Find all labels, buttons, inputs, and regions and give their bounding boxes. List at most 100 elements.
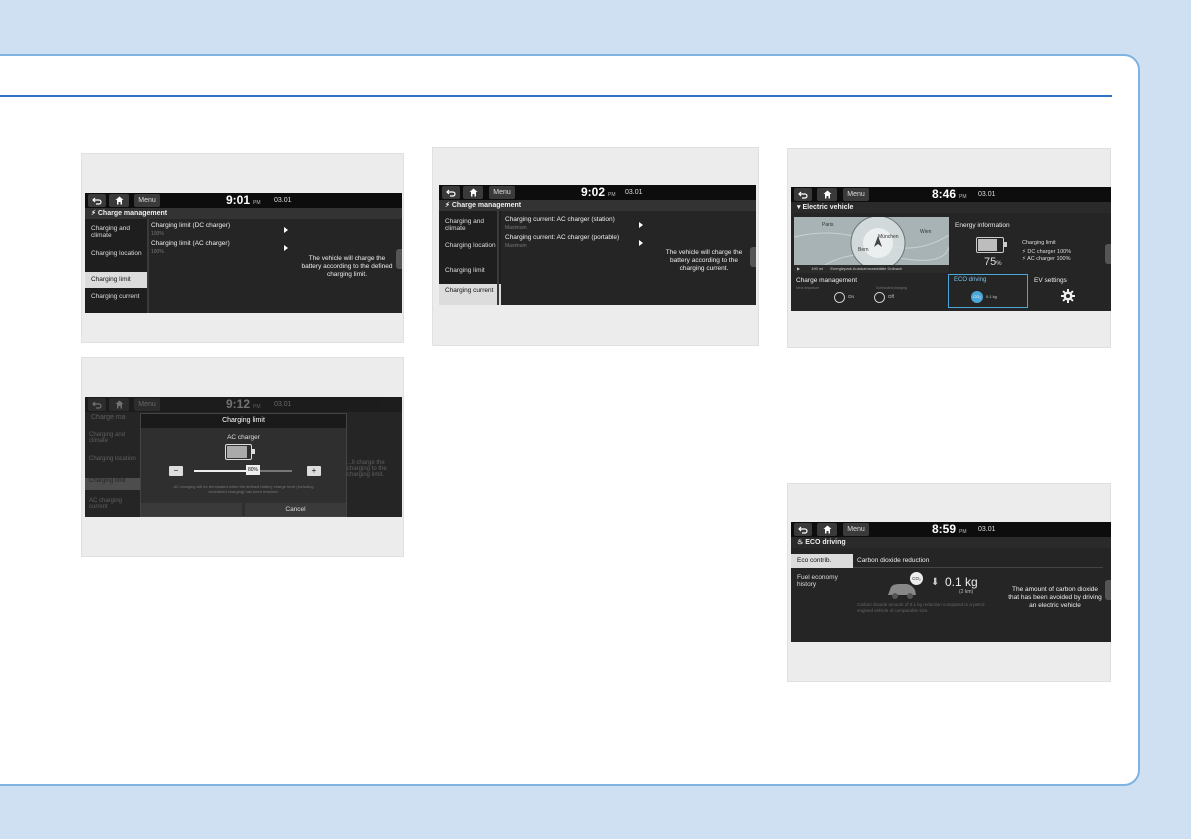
- panel-handle[interactable]: [396, 249, 402, 269]
- sidebar-item-charging-and-climate[interactable]: Charging and climate: [85, 225, 147, 245]
- status-bar: Menu 9:12 PM 03.01: [85, 397, 402, 412]
- plug-icon: ⚡︎: [91, 210, 96, 217]
- sidebar-item-eco-contrib[interactable]: Eco contrib.: [791, 554, 853, 568]
- back-button[interactable]: [442, 186, 460, 199]
- ok-button[interactable]: [141, 503, 242, 516]
- status-bar: Menu 8:46 PM 03.01: [791, 187, 1111, 202]
- panel-handle[interactable]: [1105, 244, 1111, 264]
- back-icon: [92, 401, 102, 409]
- home-button[interactable]: [109, 194, 129, 207]
- menu-button[interactable]: Menu: [134, 398, 160, 411]
- chevron-right-icon: [639, 240, 643, 246]
- back-button[interactable]: [88, 398, 106, 411]
- energy-title: Energy information: [955, 222, 1010, 229]
- co2-value: 0.1 kg: [945, 575, 978, 589]
- tile-title: Charge management: [796, 277, 858, 284]
- sidebar-item: Charging limit: [85, 478, 140, 490]
- cancel-button[interactable]: Cancel: [245, 503, 346, 516]
- back-icon: [446, 189, 456, 197]
- back-icon: [798, 191, 808, 199]
- co2-distance: (2 km): [959, 589, 974, 595]
- slider-fill: [194, 470, 254, 472]
- eco-driving-tile[interactable]: ECO driving CO₂ 0.1 kg: [948, 274, 1028, 308]
- map-widget[interactable]: Paris München Wien Bern ▶ 190 mi Energie…: [794, 217, 949, 273]
- ac-limit-row[interactable]: Charging limit (AC charger) 100%: [151, 240, 291, 256]
- back-icon: [92, 197, 102, 205]
- schedule-icon: [874, 292, 885, 303]
- date: 03.01: [978, 526, 996, 533]
- sidebar-item-charging-limit[interactable]: Charging limit: [439, 267, 501, 279]
- slider-track[interactable]: [194, 470, 292, 472]
- chevron-right-icon: [284, 227, 288, 233]
- description: ...ll charge the charging to the chargin…: [347, 460, 387, 478]
- battery-icon: [976, 237, 1007, 253]
- battery-fill: [978, 239, 997, 251]
- battery-percent: 75%: [984, 256, 1002, 268]
- back-icon: [798, 526, 808, 534]
- play-icon: ▶: [797, 266, 801, 271]
- ev-settings-tile[interactable]: EV settings: [1031, 275, 1101, 308]
- page-title: ⚡︎ Charge management: [85, 208, 402, 219]
- sidebar-item-charging-location[interactable]: Charging location: [85, 250, 147, 270]
- gear-icon: [1061, 289, 1075, 303]
- status-bar: Menu 9:01 PM 03.01: [85, 193, 402, 208]
- back-button[interactable]: [794, 188, 812, 201]
- sidebar-item: AC charging current: [89, 498, 123, 510]
- sidebar-item-charging-current[interactable]: Charging current: [439, 284, 501, 305]
- co2-badge: CO₂: [910, 572, 923, 585]
- screen-charging-current: Menu 9:02 PM 03.01 ⚡︎ Charge management C…: [439, 185, 756, 305]
- home-icon: [115, 400, 123, 409]
- screen-electric-vehicle: Menu 8:46 PM 03.01 ▾ Electric vehicle Par…: [791, 187, 1111, 311]
- dialog-title: Charging limit: [141, 414, 346, 428]
- status-bar: Menu 9:02 PM 03.01: [439, 185, 756, 200]
- eco-value: 0.1 kg: [986, 294, 997, 299]
- back-button[interactable]: [88, 194, 106, 207]
- home-icon: [823, 525, 831, 534]
- charge-management-tile[interactable]: Charge management Next departure Schedul…: [794, 275, 946, 308]
- page-title: ⚡︎ Charge management: [439, 200, 756, 211]
- sidebar-item-charging-current[interactable]: Charging current: [85, 293, 147, 311]
- page-title: ♨ ECO driving: [791, 537, 1111, 548]
- plug-icon: ⚡︎: [445, 202, 450, 209]
- co2-note: Carbon dioxide amount of 0.1 kg reductio…: [857, 602, 986, 613]
- screen-eco-driving: Menu 8:59 PM 03.01 ♨ ECO driving Eco cont…: [791, 522, 1111, 642]
- dc-limit-row[interactable]: Charging limit (DC charger) 100%: [151, 222, 291, 238]
- sidebar-item-charging-and-climate[interactable]: Charging and climate: [439, 218, 501, 238]
- panel-handle[interactable]: [750, 247, 756, 267]
- slider-value[interactable]: 80%: [246, 465, 260, 475]
- divider: [147, 219, 149, 313]
- ac-station-row[interactable]: Charging current: AC charger (station) Ma…: [505, 216, 645, 232]
- menu-button[interactable]: Menu: [489, 186, 515, 199]
- ev-icon: ▾: [797, 204, 801, 211]
- home-button[interactable]: [109, 398, 129, 411]
- clock-icon: [834, 292, 845, 303]
- down-arrow-icon: ⬇: [931, 577, 940, 588]
- battery-fill: [227, 446, 247, 458]
- sidebar-item-fuel-economy-history[interactable]: Fuel economy history: [791, 574, 853, 594]
- home-button[interactable]: [817, 523, 837, 536]
- ac-limit: ⚡︎ AC charger 100%: [1022, 256, 1071, 262]
- back-button[interactable]: [794, 523, 812, 536]
- tile-title: ECO driving: [954, 277, 987, 283]
- home-button[interactable]: [463, 186, 483, 199]
- sidebar-item-charging-location[interactable]: Charging location: [439, 242, 501, 262]
- tile-sub: Scheduled charging: [876, 286, 907, 290]
- map-label: Bern: [858, 247, 869, 253]
- home-button[interactable]: [817, 188, 837, 201]
- menu-button[interactable]: Menu: [843, 188, 869, 201]
- map-range: 190 mi: [811, 266, 824, 271]
- panel-handle[interactable]: [1105, 580, 1111, 600]
- menu-button[interactable]: Menu: [134, 194, 160, 207]
- dc-limit: ⚡︎ DC charger 100%: [1022, 249, 1072, 255]
- sidebar-item-charging-limit[interactable]: Charging limit: [85, 272, 147, 288]
- home-icon: [823, 190, 831, 199]
- charging-limit-dialog: Charging limit AC charger − 80% + AC cha…: [140, 413, 347, 517]
- menu-button[interactable]: Menu: [843, 523, 869, 536]
- dialog-subtitle: AC charger: [227, 434, 260, 441]
- minus-button[interactable]: −: [169, 466, 183, 476]
- description: The amount of carbon dioxide that has be…: [1008, 586, 1102, 609]
- screen-charge-limit: Menu 9:01 PM 03.01 ⚡︎ Charge management C…: [85, 193, 402, 313]
- plus-button[interactable]: +: [307, 466, 321, 476]
- map-info-bar: ▶ 190 mi Energiepark Autobahnraststätte …: [794, 265, 949, 273]
- ac-portable-row[interactable]: Charging current: AC charger (portable) M…: [505, 234, 645, 250]
